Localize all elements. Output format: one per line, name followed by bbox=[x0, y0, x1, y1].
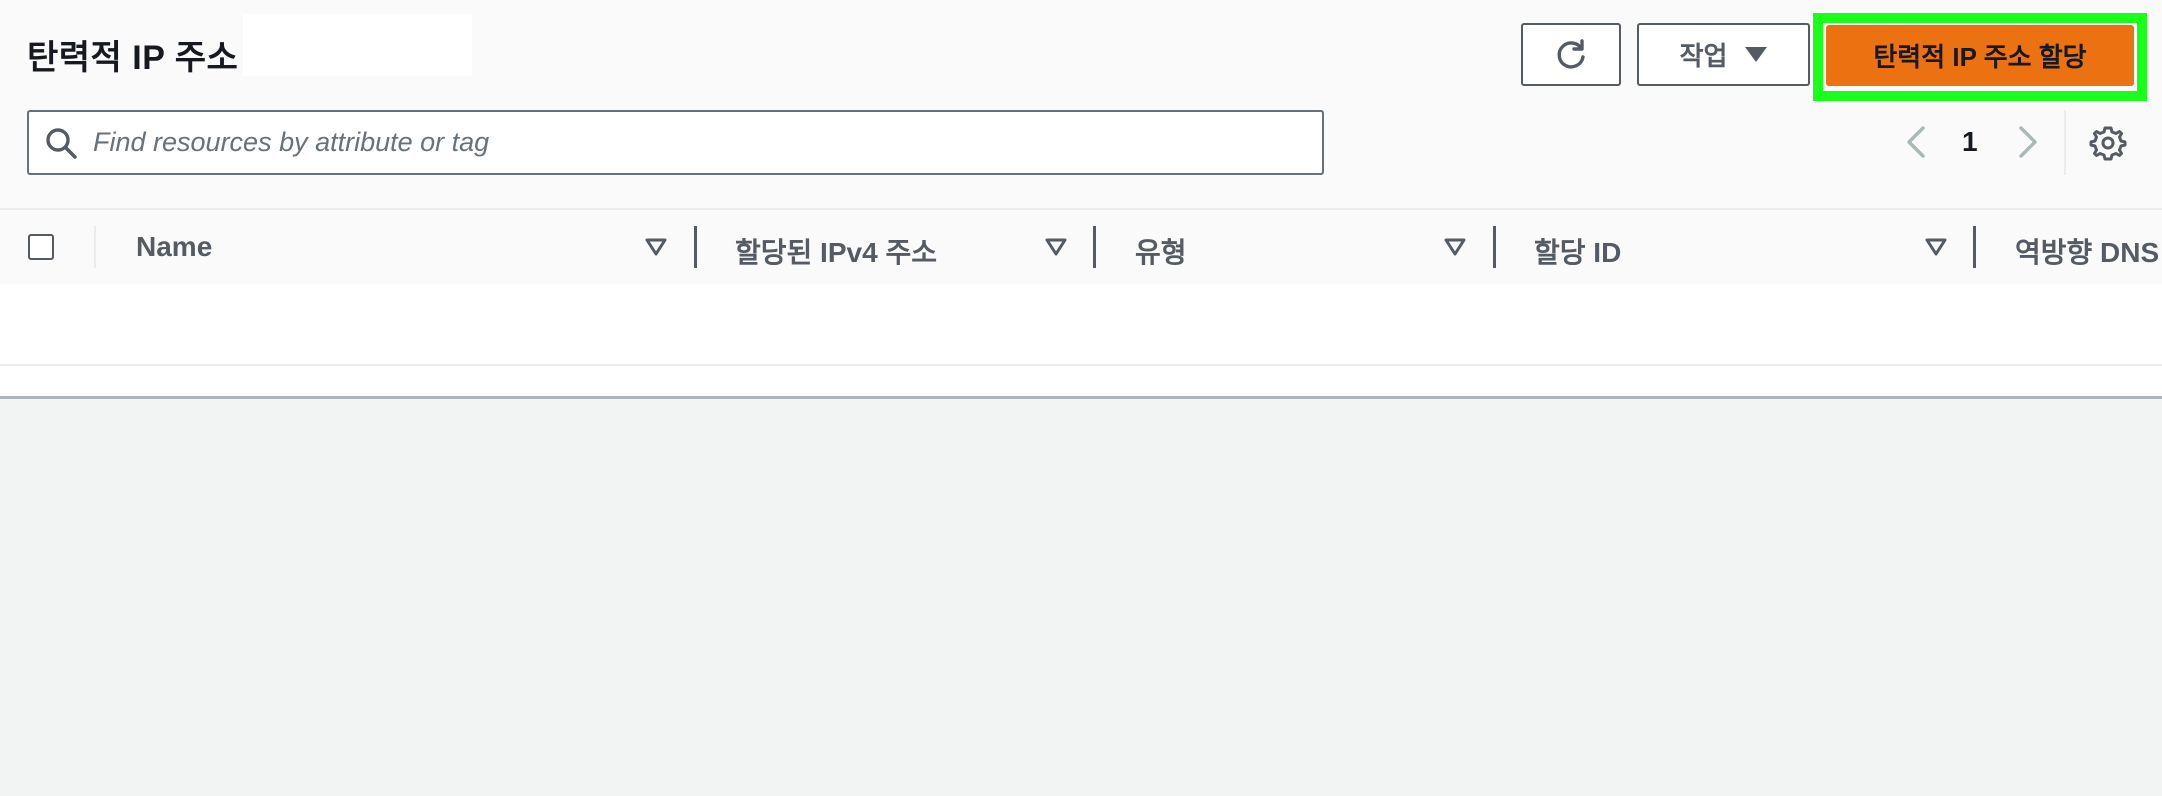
search-icon bbox=[46, 127, 77, 159]
current-page-number[interactable]: 1 bbox=[1962, 126, 1978, 158]
column-resize-handle[interactable] bbox=[1493, 226, 1496, 268]
column-header-name[interactable]: Name bbox=[136, 231, 212, 263]
column-header-ipv4[interactable]: 할당된 IPv4 주소 bbox=[735, 231, 937, 271]
chevron-left-icon[interactable] bbox=[1901, 122, 1931, 162]
title-count-placeholder bbox=[243, 14, 472, 76]
column-header-allocation-id[interactable]: 할당 ID bbox=[1534, 231, 1621, 271]
pagination-divider bbox=[2064, 110, 2066, 175]
sort-icon[interactable] bbox=[1443, 236, 1467, 258]
page-title: 탄력적 IP 주소 bbox=[27, 39, 239, 77]
sort-icon[interactable] bbox=[644, 236, 668, 258]
search-placeholder: Find resources by attribute or tag bbox=[93, 127, 490, 157]
table-header bbox=[0, 210, 2162, 284]
panel-bottom-border bbox=[0, 396, 2162, 399]
column-header-reverse-dns[interactable]: 역방향 DNS bbox=[2015, 231, 2159, 271]
caret-down-icon bbox=[1745, 47, 1768, 62]
gear-icon[interactable] bbox=[2089, 124, 2127, 162]
allocate-elastic-ip-button[interactable]: 탄력적 IP 주소 할당 bbox=[1826, 25, 2134, 86]
column-header-type[interactable]: 유형 bbox=[1135, 231, 1187, 271]
column-resize-handle[interactable] bbox=[1093, 226, 1096, 268]
column-divider bbox=[94, 226, 96, 268]
column-resize-handle[interactable] bbox=[694, 226, 697, 268]
column-resize-handle[interactable] bbox=[1973, 226, 1976, 268]
chevron-right-icon[interactable] bbox=[2013, 122, 2043, 162]
select-all-checkbox[interactable] bbox=[28, 234, 54, 260]
sort-icon[interactable] bbox=[1924, 236, 1948, 258]
search-input[interactable]: Find resources by attribute or tag bbox=[27, 110, 1324, 175]
table-footer-space bbox=[0, 366, 2162, 396]
sort-icon[interactable] bbox=[1044, 236, 1068, 258]
actions-dropdown-button[interactable]: 작업 bbox=[1637, 23, 1810, 86]
actions-label: 작업 bbox=[1679, 41, 1728, 71]
table-body-empty bbox=[0, 284, 2162, 364]
refresh-button[interactable] bbox=[1521, 23, 1621, 86]
refresh-icon bbox=[1557, 38, 1585, 69]
